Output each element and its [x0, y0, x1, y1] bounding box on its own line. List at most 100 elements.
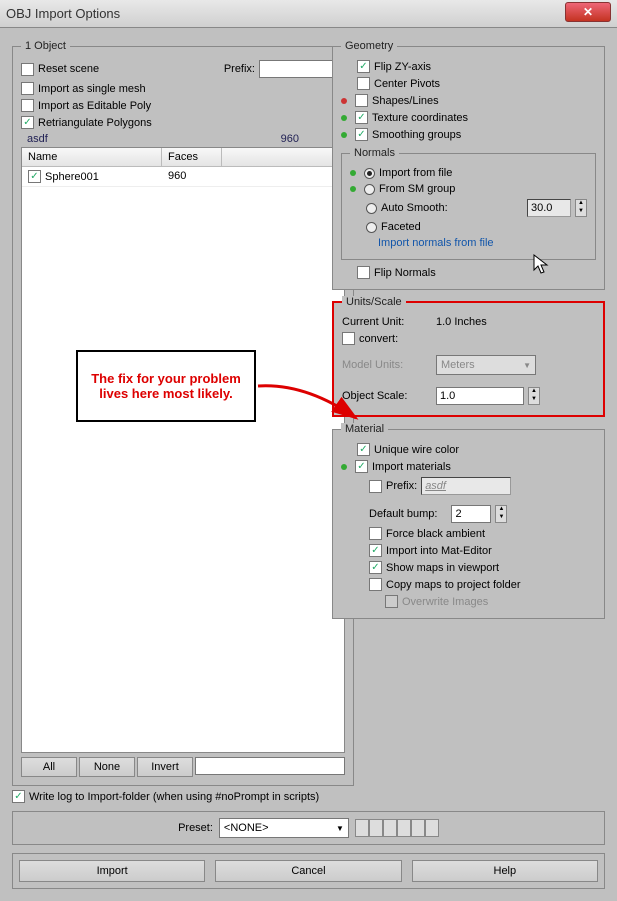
auto-smooth-radio[interactable] — [366, 203, 377, 214]
copy-maps-label: Copy maps to project folder — [386, 579, 521, 591]
shapes-lines-label: Shapes/Lines — [372, 95, 439, 107]
force-black-label: Force black ambient — [386, 528, 485, 540]
flip-zy-checkbox[interactable] — [357, 60, 370, 73]
import-mateditor-checkbox[interactable] — [369, 544, 382, 557]
object-group-title: 1 Object — [21, 40, 70, 52]
default-bump-input[interactable] — [451, 505, 491, 523]
mat-prefix-checkbox[interactable] — [369, 480, 382, 493]
overwrite-label: Overwrite Images — [402, 596, 488, 608]
import-button[interactable]: Import — [19, 860, 205, 882]
cancel-button[interactable]: Cancel — [215, 860, 401, 882]
object-scale-spinner[interactable]: ▲▼ — [528, 387, 540, 405]
auto-smooth-label: Auto Smooth: — [381, 202, 448, 214]
convert-label: convert: — [359, 333, 398, 345]
retriangulate-checkbox[interactable] — [21, 116, 34, 129]
preset-icon[interactable] — [383, 819, 397, 837]
mat-prefix-input[interactable] — [421, 477, 511, 495]
tex-coords-checkbox[interactable] — [355, 111, 368, 124]
summary-name: asdf — [27, 133, 48, 145]
col-name[interactable]: Name — [22, 148, 162, 166]
current-unit-value: 1.0 Inches — [436, 316, 487, 328]
overwrite-checkbox — [385, 595, 398, 608]
write-log-checkbox[interactable] — [12, 790, 25, 803]
material-group: Material Unique wire color Import materi… — [332, 423, 605, 619]
show-maps-label: Show maps in viewport — [386, 562, 499, 574]
unique-wire-checkbox[interactable] — [357, 443, 370, 456]
units-scale-title: Units/Scale — [342, 296, 406, 308]
preset-icon[interactable] — [369, 819, 383, 837]
current-unit-label: Current Unit: — [342, 316, 432, 328]
row-name: Sphere001 — [45, 171, 99, 183]
status-dot-icon — [341, 464, 347, 470]
smoothing-checkbox[interactable] — [355, 128, 368, 141]
filter-input[interactable] — [195, 757, 345, 775]
preset-icon[interactable] — [411, 819, 425, 837]
invert-button[interactable]: Invert — [137, 757, 193, 777]
tex-coords-label: Texture coordinates — [372, 112, 468, 124]
model-units-value: Meters — [441, 359, 475, 371]
convert-checkbox[interactable] — [342, 332, 355, 345]
close-button[interactable]: ✕ — [565, 2, 611, 22]
import-from-file-radio[interactable] — [364, 168, 375, 179]
force-black-checkbox[interactable] — [369, 527, 382, 540]
summary-faces: 960 — [281, 133, 299, 145]
import-normals-link[interactable]: Import normals from file — [350, 235, 587, 251]
center-pivots-label: Center Pivots — [374, 78, 440, 90]
all-button[interactable]: All — [21, 757, 77, 777]
none-button[interactable]: None — [79, 757, 135, 777]
preset-icons[interactable] — [355, 819, 439, 837]
reset-scene-checkbox[interactable] — [21, 63, 34, 76]
normals-group: Normals Import from file From SM group A… — [341, 147, 596, 260]
from-sm-radio[interactable] — [364, 184, 375, 195]
geometry-group: Geometry Flip ZY-axis Center Pivots Shap… — [332, 40, 605, 290]
show-maps-checkbox[interactable] — [369, 561, 382, 574]
status-dot-icon — [350, 186, 356, 192]
preset-row: Preset: <NONE>▼ — [12, 811, 605, 845]
preset-value: <NONE> — [224, 822, 269, 834]
single-mesh-label: Import as single mesh — [38, 83, 146, 95]
status-dot-icon — [341, 115, 347, 121]
flip-normals-checkbox[interactable] — [357, 266, 370, 279]
editable-poly-checkbox[interactable] — [21, 99, 34, 112]
center-pivots-checkbox[interactable] — [357, 77, 370, 90]
single-mesh-checkbox[interactable] — [21, 82, 34, 95]
shapes-lines-checkbox[interactable] — [355, 94, 368, 107]
write-log-label: Write log to Import-folder (when using #… — [29, 791, 319, 803]
help-button[interactable]: Help — [412, 860, 598, 882]
default-bump-label: Default bump: — [369, 508, 437, 520]
prefix-label: Prefix: — [224, 63, 255, 75]
dialog-buttons: Import Cancel Help — [12, 853, 605, 889]
import-materials-checkbox[interactable] — [355, 460, 368, 473]
import-mateditor-label: Import into Mat-Editor — [386, 545, 492, 557]
units-scale-group: Units/Scale Current Unit: 1.0 Inches con… — [332, 296, 605, 417]
preset-icon[interactable] — [355, 819, 369, 837]
from-sm-label: From SM group — [379, 183, 455, 195]
row-checkbox[interactable] — [28, 170, 41, 183]
preset-icon[interactable] — [397, 819, 411, 837]
import-materials-label: Import materials — [372, 461, 451, 473]
flip-zy-label: Flip ZY-axis — [374, 61, 431, 73]
table-row[interactable]: Sphere001 960 — [22, 167, 344, 187]
faceted-label: Faceted — [381, 221, 421, 233]
import-from-file-label: Import from file — [379, 167, 452, 179]
reset-scene-label: Reset scene — [38, 63, 99, 75]
geometry-title: Geometry — [341, 40, 397, 52]
col-faces[interactable]: Faces — [162, 148, 222, 166]
row-faces: 960 — [162, 167, 222, 186]
normals-title: Normals — [350, 147, 399, 159]
model-units-label: Model Units: — [342, 359, 432, 371]
preset-icon[interactable] — [425, 819, 439, 837]
mat-prefix-label: Prefix: — [386, 480, 417, 492]
auto-smooth-spinner[interactable]: ▲▼ — [575, 199, 587, 217]
faceted-radio[interactable] — [366, 222, 377, 233]
smoothing-label: Smoothing groups — [372, 129, 461, 141]
status-dot-icon — [341, 132, 347, 138]
default-bump-spinner[interactable]: ▲▼ — [495, 505, 507, 523]
objects-table: Name Faces Sphere001 960 — [21, 147, 345, 753]
auto-smooth-input[interactable] — [527, 199, 571, 217]
status-dot-icon — [341, 98, 347, 104]
model-units-select: Meters▼ — [436, 355, 536, 375]
preset-select[interactable]: <NONE>▼ — [219, 818, 349, 838]
object-scale-input[interactable] — [436, 387, 524, 405]
copy-maps-checkbox[interactable] — [369, 578, 382, 591]
